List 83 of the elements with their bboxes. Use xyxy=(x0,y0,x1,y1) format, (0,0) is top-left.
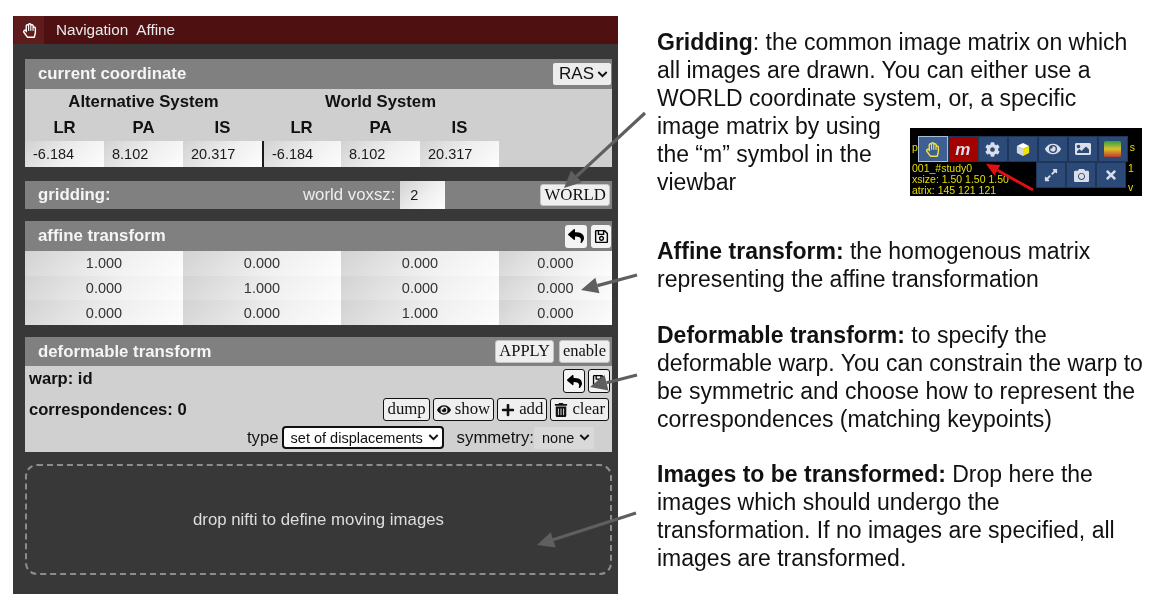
coordinate-field[interactable]: -6.184 xyxy=(262,141,341,167)
matrix-field[interactable]: 0.000 xyxy=(183,300,341,326)
section-title: current coordinate xyxy=(38,64,187,84)
action-button[interactable]: show xyxy=(432,398,495,422)
section-title: deformable transform xyxy=(38,341,212,362)
color-bar-icon[interactable] xyxy=(1097,136,1128,162)
eye-icon[interactable] xyxy=(1037,136,1068,162)
column-group-header: World System xyxy=(324,91,437,113)
orientation-dropdown[interactable]: RAS xyxy=(553,63,611,85)
curved-arrow-icon xyxy=(568,228,584,244)
field-label: type xyxy=(246,427,279,448)
viewer-info-text: atrix: 145 121 121 xyxy=(912,185,998,196)
coordinate-field[interactable]: -6.184 xyxy=(25,141,104,167)
panel-tab[interactable]: Navigation xyxy=(56,21,129,39)
action-button[interactable]: add xyxy=(497,398,548,422)
coordinate-field[interactable]: 20.317 xyxy=(183,141,262,167)
hand-icon[interactable] xyxy=(14,16,44,44)
matrix-field[interactable]: 0.000 xyxy=(25,300,183,326)
undo-button[interactable] xyxy=(563,369,585,394)
curved-arrow-icon xyxy=(566,373,582,389)
chevron-icon xyxy=(579,434,590,442)
action-button[interactable]: dump xyxy=(383,398,430,422)
pointer-arrow xyxy=(590,373,638,391)
column-header: LR xyxy=(289,117,314,139)
image-icon[interactable] xyxy=(1067,136,1098,162)
field-label: world voxsz: xyxy=(303,185,396,205)
drop-zone[interactable]: drop nifti to define moving images xyxy=(25,464,612,576)
header-button[interactable]: enable xyxy=(558,340,610,364)
matrix-field[interactable]: 1.000 xyxy=(183,275,341,301)
matrix-field[interactable]: 0.000 xyxy=(25,275,183,301)
cube-icon[interactable] xyxy=(1007,136,1038,162)
column-header: LR xyxy=(52,117,77,139)
viewer-info-text: 001_#study0 xyxy=(912,163,973,174)
matrix-field[interactable]: 0.000 xyxy=(341,251,499,276)
matrix-field[interactable]: 0.000 xyxy=(499,300,612,326)
warp-label: warp: id xyxy=(29,369,93,390)
gear-icon[interactable] xyxy=(977,136,1008,162)
header-button[interactable]: APPLY xyxy=(495,340,554,364)
save-button[interactable] xyxy=(591,224,611,248)
eye-icon xyxy=(436,402,451,417)
viewer-info-text: s xyxy=(1129,142,1137,153)
undo-button[interactable] xyxy=(565,224,587,248)
trash-icon xyxy=(554,402,569,417)
matrix-field[interactable]: 1.000 xyxy=(25,251,183,276)
viewer-info-text: 1 xyxy=(1128,163,1135,174)
matrix-field[interactable]: 0.000 xyxy=(341,275,499,301)
hand-icon[interactable] xyxy=(917,136,948,162)
column-header: PA xyxy=(131,117,156,139)
chevron-icon xyxy=(427,434,439,442)
close-icon[interactable] xyxy=(1096,162,1126,188)
expand-icon[interactable] xyxy=(1036,162,1066,188)
annotation-text: Affine transform: the homogenous matrix representing the affine transformation xyxy=(657,237,1092,293)
matrix-field[interactable]: 1.000 xyxy=(341,300,499,326)
coordinate-field[interactable]: 8.102 xyxy=(341,141,420,167)
type-dropdown[interactable]: set of displacements xyxy=(281,426,444,450)
viewer-info-text: v xyxy=(1128,182,1135,193)
field-label: symmetry: xyxy=(456,427,534,448)
panel-tab[interactable]: Affine xyxy=(136,21,176,39)
letter-button[interactable]: m xyxy=(947,136,978,162)
action-button[interactable]: clear xyxy=(550,398,609,422)
coordinate-field[interactable]: 8.102 xyxy=(104,141,183,167)
column-header: IS xyxy=(450,117,469,139)
correspondences-label: correspondences: 0 xyxy=(29,399,187,420)
drop-hint: drop nifti to define moving images xyxy=(193,509,444,530)
column-header: PA xyxy=(368,117,393,139)
voxel-size-field[interactable]: 2 xyxy=(400,181,446,209)
chevron-icon xyxy=(597,70,608,78)
annotation-text: Deformable transform: to specify the deformable warp. You can constrain the warp to be symmetric and choose how to represent the correspondences (matching keypoints) xyxy=(657,321,1144,433)
column-header: IS xyxy=(213,117,232,139)
section-title: gridding: xyxy=(38,185,112,205)
coordinate-field[interactable]: 20.317 xyxy=(420,141,499,167)
world-button[interactable]: WORLD xyxy=(540,184,610,206)
annotation-text: Images to be transformed: Drop here the images which should undergo the transformation. If no images are specified, all images are transformed. xyxy=(657,460,1116,572)
annotation-text: image matrix by using the “m” symbol in the viewbar xyxy=(657,112,882,196)
column-group-header: Alternative System xyxy=(67,91,220,113)
viewer-info-text: p xyxy=(912,142,918,153)
plus-icon xyxy=(501,402,516,417)
pointer-arrow xyxy=(581,273,638,294)
section-title: affine transform xyxy=(38,226,166,246)
camera-icon[interactable] xyxy=(1066,162,1096,188)
matrix-field[interactable]: 0.000 xyxy=(499,251,612,276)
matrix-field[interactable]: 0.000 xyxy=(183,251,341,276)
symmetry-dropdown[interactable]: none xyxy=(534,426,594,449)
